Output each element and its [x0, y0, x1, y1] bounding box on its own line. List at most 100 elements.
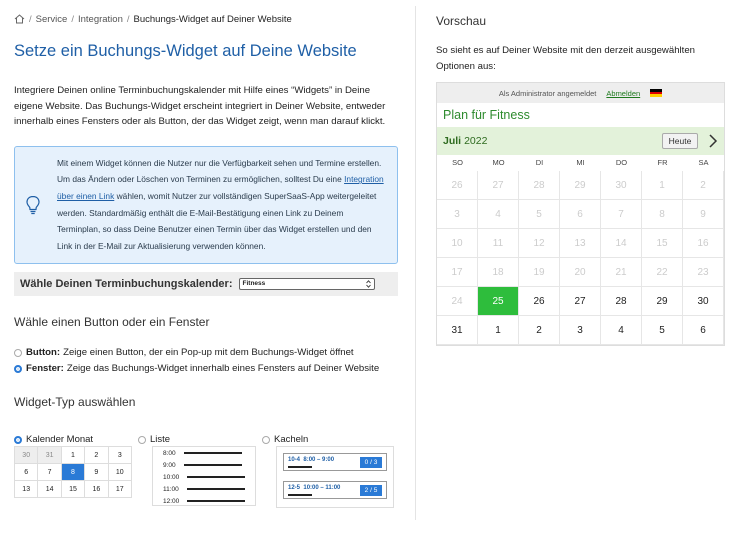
- month-bar: Juli 2022 Heute: [437, 127, 724, 155]
- preview-pane: Vorschau So sieht es auf Deiner Website …: [436, 14, 726, 346]
- widget-type-list[interactable]: Liste: [138, 434, 170, 445]
- calendar-day[interactable]: 4: [601, 316, 642, 345]
- today-button[interactable]: Heute: [662, 133, 698, 149]
- calendar-day[interactable]: 23: [683, 258, 724, 287]
- calendar-day[interactable]: 20: [560, 258, 601, 287]
- calendar-day[interactable]: 16: [683, 229, 724, 258]
- widget-type-month-label: Kalender Monat: [26, 434, 94, 445]
- list-bar: [183, 464, 242, 466]
- calendar-day[interactable]: 30: [683, 287, 724, 316]
- tile-badge: 0 / 3: [360, 457, 382, 468]
- calendar-week: 24 25 26 27 28 29 30: [437, 287, 724, 316]
- list-time: 10:00: [163, 473, 180, 481]
- calendar-day[interactable]: 27: [478, 171, 519, 200]
- mini-month-preview[interactable]: 30 31 1 2 3 6 7 8 9 10 13 14 15 16 17: [13, 446, 133, 498]
- calendar-day[interactable]: 3: [560, 316, 601, 345]
- radio-window-bold: Fenster:: [26, 363, 64, 374]
- mini-month-cell: 6: [13, 463, 39, 481]
- calendar-day[interactable]: 26: [519, 287, 560, 316]
- list-row: 10:00: [153, 471, 255, 483]
- breadcrumb-separator: /: [71, 13, 74, 25]
- list-bar: [187, 500, 246, 502]
- mini-month-cell: 1: [60, 446, 86, 464]
- calendar-day[interactable]: 17: [437, 258, 478, 287]
- tile-time: 12-5 10:00 – 11:00: [288, 485, 340, 491]
- calendar-day[interactable]: 5: [519, 200, 560, 229]
- breadcrumb-integration[interactable]: Integration: [78, 14, 123, 25]
- weekday-label: SA: [698, 158, 709, 167]
- calendar-day[interactable]: 12: [519, 229, 560, 258]
- mini-tiles-preview[interactable]: 10-4 8:00 – 9:00 0 / 3 12-5 10:00 – 11:0…: [276, 446, 394, 508]
- calendar-day[interactable]: 7: [601, 200, 642, 229]
- widget-type-tiles[interactable]: Kacheln: [262, 434, 308, 445]
- calendar-day[interactable]: 19: [519, 258, 560, 287]
- radio-button-option[interactable]: Button: Zeige einen Button, der ein Pop-…: [14, 345, 398, 361]
- calendar-day[interactable]: 14: [601, 229, 642, 258]
- list-time: 8:00: [163, 449, 176, 457]
- logout-link[interactable]: Abmelden: [606, 89, 640, 98]
- calendar-day[interactable]: 2: [683, 171, 724, 200]
- calendar-day[interactable]: 28: [519, 171, 560, 200]
- radio-list-circle[interactable]: [138, 435, 146, 444]
- calendar-day[interactable]: 3: [437, 200, 478, 229]
- calendar-select[interactable]: Fitness: [238, 277, 375, 290]
- calendar-day[interactable]: 28: [601, 287, 642, 316]
- list-time: 9:00: [163, 461, 176, 469]
- calendar-day[interactable]: 1: [478, 316, 519, 345]
- radio-window-option[interactable]: Fenster: Zeige das Buchungs-Widget inner…: [14, 361, 398, 377]
- calendar-day[interactable]: 6: [683, 316, 724, 345]
- calendar-day-today[interactable]: 25: [478, 287, 519, 316]
- weekday-header: SO MO DI MI DO FR SA: [437, 155, 724, 171]
- admin-bar: Als Administrator angemeldet Abmelden: [437, 83, 724, 103]
- breadcrumb-separator: /: [126, 13, 130, 25]
- widget-type-month[interactable]: Kalender Monat: [14, 434, 93, 445]
- calendar-day[interactable]: 4: [478, 200, 519, 229]
- mini-month-cell: 31: [37, 446, 62, 464]
- calendar-day[interactable]: 11: [478, 229, 519, 258]
- calendar-day[interactable]: 10: [437, 229, 478, 258]
- calendar-day[interactable]: 24: [437, 287, 478, 316]
- info-text-before: Mit einem Widget können die Nutzer nur d…: [57, 157, 382, 185]
- tile-hours: 8:00 – 9:00: [303, 457, 335, 463]
- chevron-right-icon[interactable]: [708, 133, 718, 149]
- calendar-week: 10 11 12 13 14 15 16: [437, 229, 724, 258]
- admin-status: Als Administrator angemeldet: [498, 88, 597, 98]
- calendar-select-label: Wähle Deinen Terminbuchungskalender:: [20, 277, 233, 290]
- info-box: Mit einem Widget können die Nutzer nur d…: [14, 145, 398, 264]
- calendar-day[interactable]: 13: [560, 229, 601, 258]
- calendar-day[interactable]: 8: [642, 200, 683, 229]
- calendar-day[interactable]: 30: [601, 171, 642, 200]
- mini-list-preview[interactable]: 8:00 9:00 10:00 11:00 12:00: [152, 446, 256, 506]
- breadcrumb-service[interactable]: Service: [36, 14, 68, 25]
- german-flag-icon[interactable]: [650, 89, 663, 98]
- radio-tiles-circle[interactable]: [262, 435, 270, 444]
- intro-text: Integriere Deinen online Terminbuchungsk…: [14, 85, 386, 127]
- list-time: 11:00: [163, 485, 179, 493]
- calendar-day[interactable]: 27: [560, 287, 601, 316]
- radio-button-circle[interactable]: [14, 348, 22, 357]
- calendar-day[interactable]: 22: [642, 258, 683, 287]
- calendar-day[interactable]: 1: [642, 171, 683, 200]
- list-bar: [183, 452, 242, 454]
- calendar-day[interactable]: 21: [601, 258, 642, 287]
- widget-type-tiles-label: Kacheln: [274, 434, 309, 445]
- calendar-day[interactable]: 2: [519, 316, 560, 345]
- calendar-day[interactable]: 31: [437, 316, 478, 345]
- breadcrumb-current: Buchungs-Widget auf Deiner Website: [133, 13, 292, 25]
- calendar-day[interactable]: 15: [642, 229, 683, 258]
- radio-month-circle[interactable]: [14, 435, 22, 444]
- home-icon[interactable]: [14, 14, 25, 24]
- mini-month-cell: 17: [107, 480, 133, 498]
- calendar-day[interactable]: 5: [642, 316, 683, 345]
- mini-month-cell: 7: [37, 463, 62, 481]
- tile-day: 12-5: [288, 485, 301, 491]
- calendar-day[interactable]: 29: [642, 287, 683, 316]
- calendar-day[interactable]: 29: [560, 171, 601, 200]
- widget-type-options: Kalender Monat Liste Kacheln 30 31 1 2 3…: [13, 434, 398, 534]
- calendar-day[interactable]: 26: [437, 171, 478, 200]
- list-row: 9:00: [153, 459, 255, 471]
- calendar-day[interactable]: 18: [478, 258, 519, 287]
- calendar-day[interactable]: 6: [560, 200, 601, 229]
- calendar-day[interactable]: 9: [683, 200, 724, 229]
- radio-window-circle[interactable]: [14, 364, 22, 373]
